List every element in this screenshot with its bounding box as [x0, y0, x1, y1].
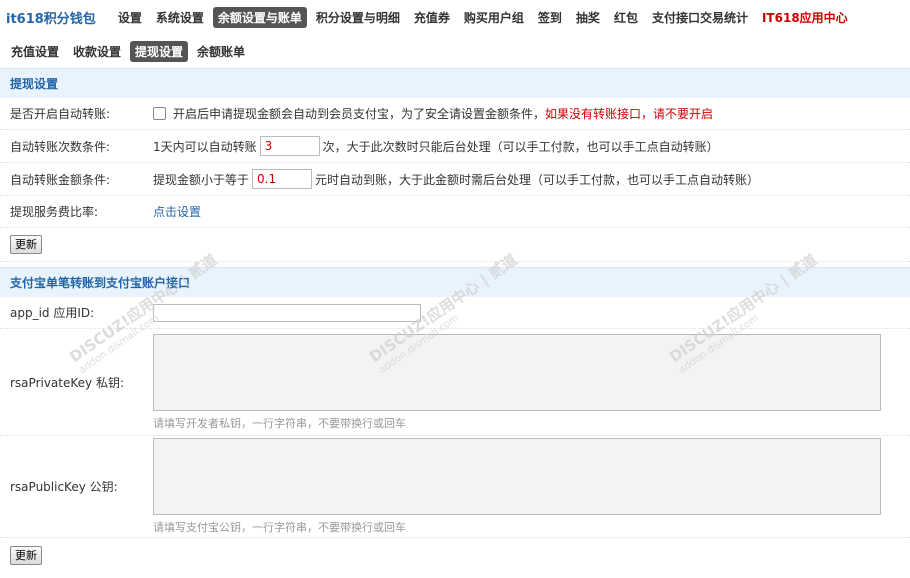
section2-submit-row: 更新: [0, 538, 910, 572]
auto-transfer-label: 是否开启自动转账:: [10, 107, 111, 121]
amount-condition-prefix: 提现金额小于等于: [153, 172, 250, 187]
sub-nav: 充值设置 收款设置 提现设置 余额账单: [0, 34, 910, 68]
count-condition-content: 1天内可以自动转账 3 次，大于此次数时只能后台处理（可以手工付款，也可以手工点…: [153, 136, 719, 156]
count-condition-prefix: 1天内可以自动转账: [153, 139, 257, 154]
public-key-hint: 请填写支付宝公钥，一行字符串，不要带换行或回车: [153, 521, 406, 534]
fee-ratio-settings-link[interactable]: 点击设置: [153, 203, 201, 220]
app-id-content: [153, 303, 421, 322]
count-condition-label: 自动转账次数条件:: [10, 139, 111, 154]
fee-ratio-content: 点击设置: [153, 203, 201, 220]
row-app-id: app_id 应用ID:: [0, 297, 910, 329]
update-button-withdraw[interactable]: 更新: [10, 235, 42, 254]
nav-item[interactable]: IT618应用中心: [757, 7, 853, 28]
app-id-input[interactable]: [153, 303, 421, 322]
private-key-hint: 请填写开发者私钥，一行字符串，不要带换行或回车: [153, 416, 406, 430]
row-count-condition: 自动转账次数条件: 1天内可以自动转账 3 次，大于此次数时只能后台处理（可以手…: [0, 130, 910, 163]
section-header-withdraw: 提现设置: [0, 68, 910, 98]
amount-condition-label: 自动转账金额条件:: [10, 172, 111, 187]
private-key-textarea[interactable]: [153, 333, 881, 411]
amount-condition-content: 提现金额小于等于 0.1 元时自动到账，大于此金额时需后台处理（可以手工付款，也…: [153, 169, 759, 189]
row-private-key: rsaPrivateKey 私钥: 请填写开发者私钥，一行字符串，不要带换行或回…: [0, 329, 910, 436]
nav-item[interactable]: 设置: [113, 7, 147, 28]
nav-item[interactable]: 签到: [533, 7, 567, 28]
public-key-label: rsaPublicKey 公钥:: [10, 480, 118, 494]
app-id-label: app_id 应用ID:: [10, 306, 95, 320]
row-fee-ratio: 提现服务费比率: 点击设置: [0, 196, 910, 228]
nav-item[interactable]: 充值券: [409, 7, 455, 28]
sub-nav-items: 充值设置 收款设置 提现设置 余额账单: [6, 40, 254, 62]
count-condition-suffix: 次，大于此次数时只能后台处理（可以手工付款，也可以手工点自动转账）: [322, 139, 719, 154]
nav-item[interactable]: 红包: [609, 7, 643, 28]
subnav-item[interactable]: 提现设置: [130, 40, 189, 62]
auto-transfer-checkbox[interactable]: [153, 107, 166, 120]
subnav-item[interactable]: 收款设置: [68, 41, 126, 62]
section-header-alipay: 支付宝单笔转账到支付宝账户接口: [0, 267, 910, 297]
section1-submit-row: 更新: [0, 228, 910, 262]
row-public-key: rsaPublicKey 公钥: 请填写支付宝公钥，一行字符串，不要带换行或回车: [0, 436, 910, 538]
nav-item[interactable]: 系统设置: [151, 7, 209, 28]
top-nav: it618积分钱包 设置 系统设置 余额设置与账单 积分设置与明细 充值券 购买用户组 签到…: [0, 0, 910, 34]
top-nav-items: 设置 系统设置 余额设置与账单 积分设置与明细 充值券 购买用户组 签到 抽奖 红包 支付接口交易…: [113, 6, 857, 28]
brand-title[interactable]: it618积分钱包: [6, 8, 96, 27]
amount-condition-suffix: 元时自动到账，大于此金额时需后台处理（可以手工付款，也可以手工点自动转账）: [315, 172, 760, 187]
nav-item[interactable]: 支付接口交易统计: [647, 7, 753, 28]
fee-ratio-label: 提现服务费比率:: [10, 205, 99, 219]
nav-item[interactable]: 余额设置与账单: [212, 6, 307, 28]
subnav-item[interactable]: 充值设置: [6, 41, 64, 62]
private-key-content: 请填写开发者私钥，一行字符串，不要带换行或回车: [153, 333, 881, 431]
auto-transfer-content: 开启后申请提现金额会自动到会员支付宝，为了安全请设置金额条件， 如果没有转账接口…: [153, 105, 713, 122]
nav-item[interactable]: 购买用户组: [459, 7, 529, 28]
public-key-textarea[interactable]: [153, 438, 881, 515]
row-auto-transfer: 是否开启自动转账: 开启后申请提现金额会自动到会员支付宝，为了安全请设置金额条件…: [0, 98, 910, 130]
update-button-alipay[interactable]: 更新: [10, 545, 42, 565]
public-key-content: 请填写支付宝公钥，一行字符串，不要带换行或回车: [153, 438, 881, 535]
nav-item[interactable]: 积分设置与明细: [311, 7, 405, 28]
subnav-item[interactable]: 余额账单: [192, 41, 250, 62]
amount-condition-input[interactable]: 0.1: [252, 169, 313, 189]
private-key-label: rsaPrivateKey 私钥:: [10, 375, 124, 390]
auto-transfer-desc: 开启后申请提现金额会自动到会员支付宝，为了安全请设置金额条件，: [173, 107, 546, 121]
nav-item[interactable]: 抽奖: [571, 7, 605, 28]
row-amount-condition: 自动转账金额条件: 提现金额小于等于 0.1 元时自动到账，大于此金额时需后台处…: [0, 163, 910, 196]
auto-transfer-warning: 如果没有转账接口，请不要开启: [545, 107, 714, 121]
count-condition-input[interactable]: 3: [259, 136, 320, 156]
